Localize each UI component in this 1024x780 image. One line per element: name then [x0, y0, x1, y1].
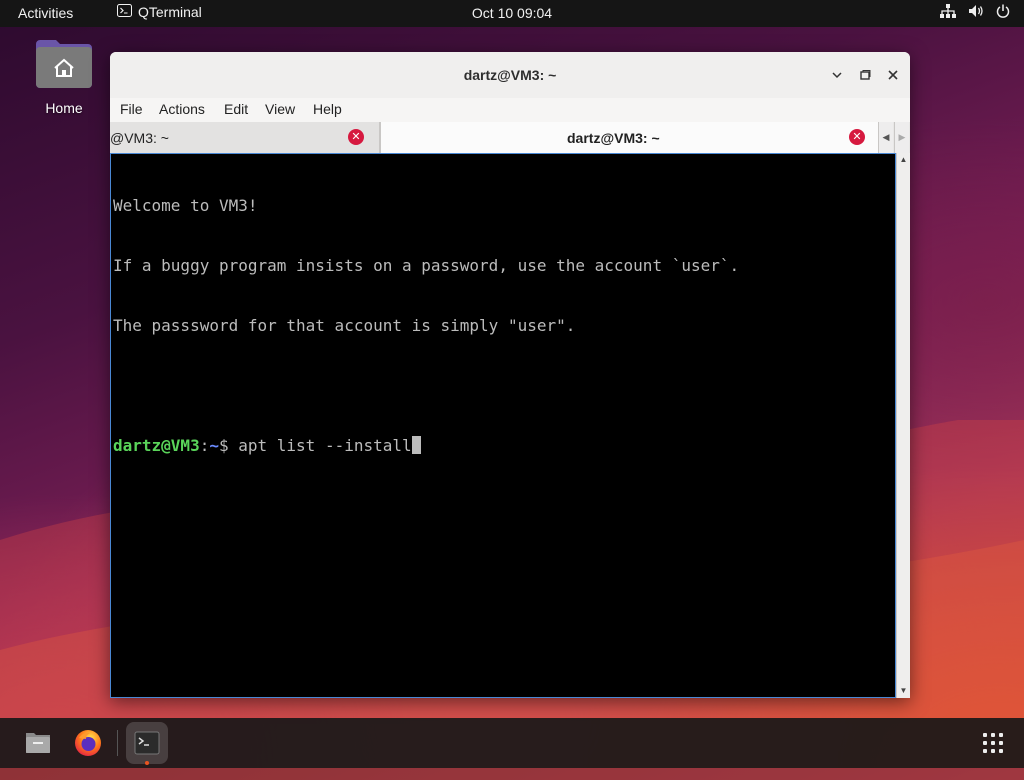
- prompt-symbol: $: [218, 436, 239, 455]
- dock: [0, 718, 1024, 768]
- activities-button[interactable]: Activities: [18, 5, 73, 21]
- clock[interactable]: Oct 10 09:04: [472, 5, 552, 21]
- firefox-icon[interactable]: [67, 722, 109, 764]
- power-icon[interactable]: [996, 4, 1010, 18]
- tab-scroll-left-icon[interactable]: ◀: [878, 122, 893, 153]
- menu-actions[interactable]: Actions: [159, 101, 205, 117]
- volume-icon[interactable]: [968, 4, 984, 18]
- terminal-area[interactable]: Welcome to VM3! If a buggy program insis…: [110, 153, 896, 698]
- terminal-scrollbar[interactable]: ▲ ▼: [896, 153, 910, 698]
- prompt-user: dartz@VM3: [113, 436, 200, 455]
- tab-1[interactable]: @VM3: ~ ✕: [110, 122, 380, 153]
- menu-view[interactable]: View: [265, 101, 295, 117]
- system-tray[interactable]: [940, 4, 1010, 18]
- tab-1-close-icon[interactable]: ✕: [348, 129, 364, 145]
- home-folder-icon: [36, 36, 92, 88]
- qterminal-window: dartz@VM3: ~ File Actions Edit View Help…: [110, 52, 910, 698]
- prompt-separator: :: [199, 436, 210, 455]
- minimize-icon[interactable]: [828, 66, 846, 84]
- tab-2-label: dartz@VM3: ~: [567, 130, 660, 146]
- home-label: Home: [45, 100, 83, 116]
- terminal-app-icon: [117, 4, 132, 20]
- window-title: dartz@VM3: ~: [463, 67, 557, 83]
- text-cursor: [411, 436, 421, 454]
- network-icon[interactable]: [940, 4, 956, 18]
- files-icon[interactable]: [17, 722, 59, 764]
- menu-file[interactable]: File: [120, 101, 143, 117]
- terminal-line: The passsword for that account is simply…: [113, 316, 576, 335]
- window-titlebar[interactable]: dartz@VM3: ~: [110, 52, 910, 98]
- scroll-up-icon[interactable]: ▲: [897, 153, 910, 167]
- top-bar: Activities QTerminal Oct 10 09:04: [0, 0, 1024, 27]
- tab-2-close-icon[interactable]: ✕: [849, 129, 865, 145]
- dock-separator: [117, 730, 118, 756]
- terminal-line: If a buggy program insists on a password…: [113, 256, 740, 275]
- app-menu[interactable]: QTerminal: [117, 4, 202, 20]
- prompt-line: dartz@VM3:~$ apt list --install: [113, 436, 893, 456]
- terminal-line: Welcome to VM3!: [113, 196, 258, 215]
- app-grid-icon[interactable]: [983, 733, 1003, 753]
- desktop-home-icon[interactable]: Home: [30, 36, 98, 116]
- menu-help[interactable]: Help: [313, 101, 342, 117]
- scroll-down-icon[interactable]: ▼: [897, 684, 910, 698]
- command-input[interactable]: apt list --install: [238, 436, 411, 455]
- running-indicator: [145, 761, 149, 765]
- tab-2[interactable]: dartz@VM3: ~ ✕: [380, 122, 879, 153]
- app-name: QTerminal: [138, 4, 202, 20]
- menu-edit[interactable]: Edit: [224, 101, 248, 117]
- tab-bar: @VM3: ~ ✕ dartz@VM3: ~ ✕ ◀ ▶: [110, 122, 910, 154]
- maximize-icon[interactable]: [856, 66, 874, 84]
- prompt-path: ~: [209, 436, 219, 455]
- close-icon[interactable]: [884, 66, 902, 84]
- tab-1-label: @VM3: ~: [110, 130, 169, 146]
- tab-scroll-right-icon[interactable]: ▶: [894, 122, 909, 153]
- menu-bar: File Actions Edit View Help: [110, 98, 910, 122]
- terminal-icon[interactable]: [126, 722, 168, 764]
